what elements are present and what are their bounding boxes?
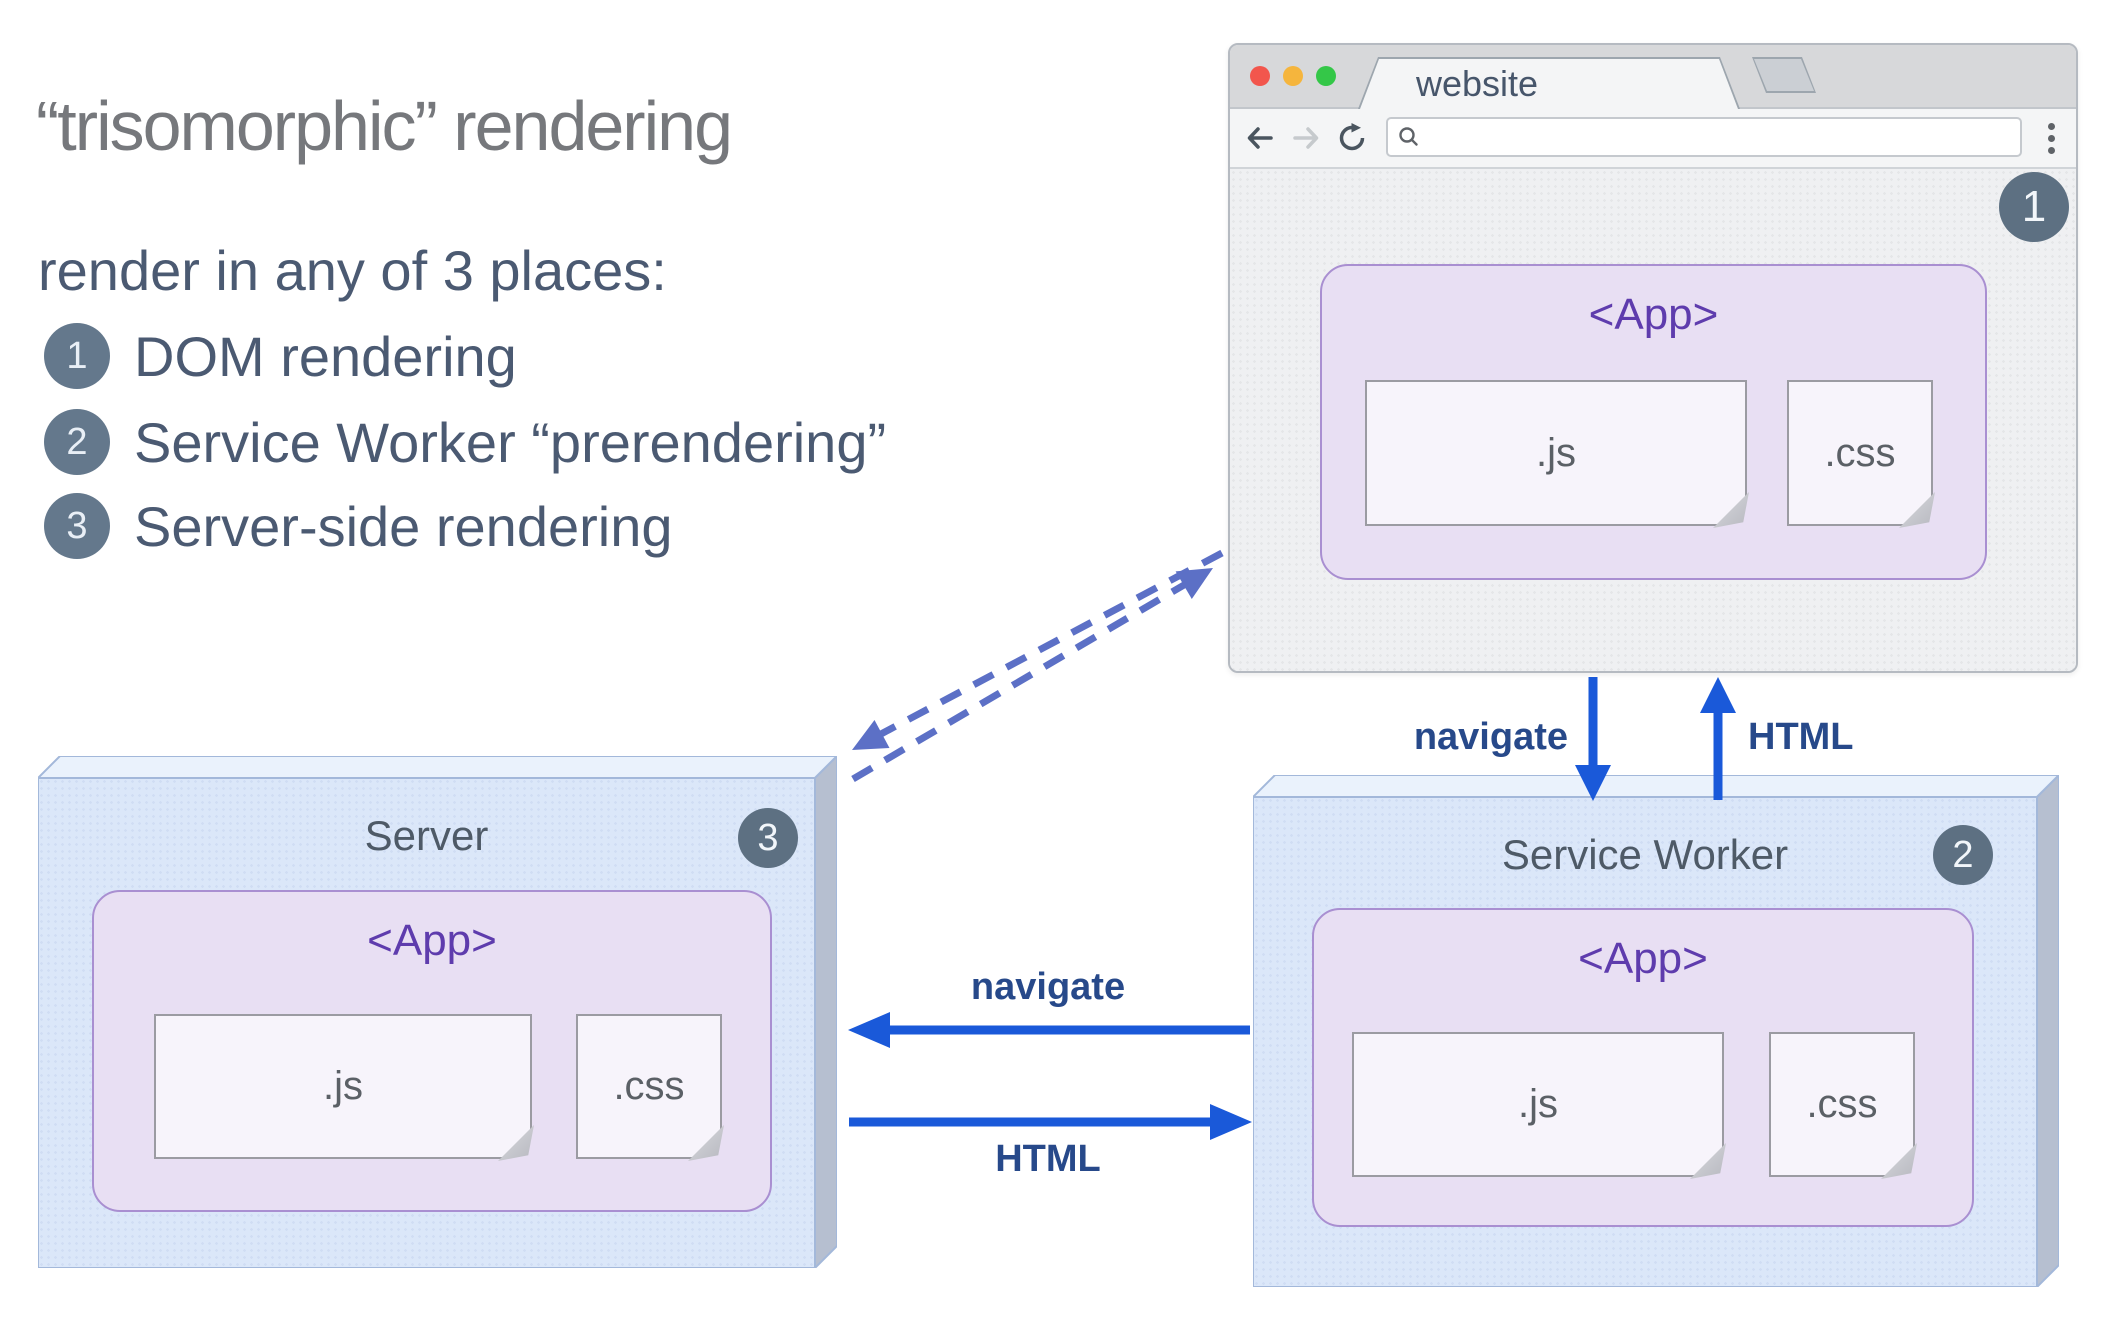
html-horizontal-label: HTML [995, 1138, 1101, 1180]
dashed-link-to-server [879, 549, 1224, 738]
address-bar-input[interactable] [1428, 121, 2020, 153]
server-box: Server 3 <App> .js .css [38, 756, 837, 1268]
new-tab-shape-fill [1754, 59, 1814, 91]
back-arrow-icon [1247, 127, 1273, 149]
js-file: .js [1365, 380, 1749, 528]
step-badge-3: 3 [738, 808, 798, 868]
css-file-label: .css [1824, 430, 1896, 475]
service-worker-title: Service Worker [1501, 831, 1789, 878]
legend-item-dom: 1 DOM rendering [44, 322, 517, 390]
search-icon [1399, 127, 1418, 146]
js-file-label: .js [323, 1064, 363, 1108]
app-component-label: <App> [367, 916, 497, 965]
back-button[interactable] [1244, 122, 1276, 154]
arrowhead-left-icon [848, 1012, 890, 1048]
diagram-canvas: “trisomorphic” rendering render in any o… [0, 0, 2108, 1328]
arrowhead-right-icon [1210, 1104, 1252, 1140]
menu-dot [2048, 123, 2055, 130]
service-worker-box: Service Worker 2 <App> .js .css [1253, 775, 2059, 1287]
service-worker-box-face: Service Worker 2 <App> .js .css [1253, 797, 2037, 1287]
navigate-horizontal-label: navigate [970, 966, 1126, 1008]
maximize-window-icon[interactable] [1316, 66, 1336, 86]
css-file: .css [1769, 1032, 1917, 1179]
app-component-label: <App> [1578, 934, 1708, 983]
legend-item-service-worker: 2 Service Worker “prerendering” [44, 408, 886, 476]
legend-item-server-side: 3 Server-side rendering [44, 492, 672, 560]
address-bar[interactable] [1386, 117, 2022, 157]
menu-dot [2048, 147, 2055, 154]
browser-tab-bar: website [1230, 45, 2076, 109]
dashed-link-to-browser [851, 581, 1186, 783]
css-file: .css [1787, 380, 1935, 528]
forward-arrow-icon [1293, 127, 1319, 149]
legend-number-badge: 3 [44, 493, 110, 559]
legend-number-badge: 1 [44, 323, 110, 389]
app-component-label: <App> [1588, 290, 1719, 339]
app-box-browser: <App> .js .css [1320, 264, 1987, 580]
js-file-shape: .js [1352, 1032, 1724, 1177]
page-title: “trisomorphic” rendering [36, 87, 733, 165]
server-box-face: Server 3 <App> .js .css [38, 778, 815, 1268]
js-file: .js [154, 1014, 534, 1161]
dashed-arrowhead-to-server-icon [852, 720, 890, 750]
css-file-shape: .css [1769, 1032, 1915, 1177]
browser-viewport: 1 <App> .js .css [1230, 169, 2076, 671]
legend-item-label: Server-side rendering [134, 494, 673, 558]
new-tab-button[interactable] [1752, 57, 1816, 93]
step-badge-1: 1 [1999, 172, 2069, 242]
html-vertical-label: HTML [1748, 716, 1854, 758]
legend-item-label: Service Worker “prerendering” [134, 410, 887, 474]
css-file-label: .css [1806, 1082, 1878, 1126]
subtitle: render in any of 3 places: [38, 239, 667, 302]
reload-icon [1339, 123, 1365, 151]
browser-menu-button[interactable] [2048, 123, 2056, 154]
arrowhead-up-icon [1700, 677, 1736, 713]
css-file: .css [576, 1014, 724, 1161]
js-file-shape: .js [1365, 380, 1747, 526]
legend-number-badge: 2 [44, 409, 110, 475]
navigate-vertical-label: navigate [1413, 716, 1568, 758]
menu-dot [2048, 135, 2055, 142]
server-title: Server [364, 812, 489, 859]
legend-item-label: DOM rendering [134, 324, 517, 388]
tab-title: website [1416, 63, 1539, 104]
reload-button[interactable] [1336, 122, 1368, 154]
js-file-label: .js [1518, 1082, 1558, 1126]
browser-tab[interactable]: website [1358, 57, 1740, 109]
forward-button[interactable] [1290, 122, 1322, 154]
css-file-label: .css [613, 1064, 685, 1108]
minimize-window-icon[interactable] [1283, 66, 1303, 86]
js-file-shape: .js [154, 1014, 532, 1159]
browser-toolbar [1230, 109, 2076, 169]
css-file-shape: .css [1787, 380, 1933, 526]
css-file-shape: .css [576, 1014, 722, 1159]
dashed-arrowhead-to-browser-icon [1175, 568, 1213, 599]
js-file-label: .js [1536, 430, 1576, 475]
js-file: .js [1352, 1032, 1726, 1179]
app-box-service-worker: <App> .js .css [1312, 908, 1974, 1227]
close-window-icon[interactable] [1250, 66, 1270, 86]
step-badge-2: 2 [1933, 825, 1993, 885]
app-box-server: <App> .js .css [92, 890, 772, 1212]
browser-window: website 1 <App> .js .css [1228, 43, 2078, 673]
